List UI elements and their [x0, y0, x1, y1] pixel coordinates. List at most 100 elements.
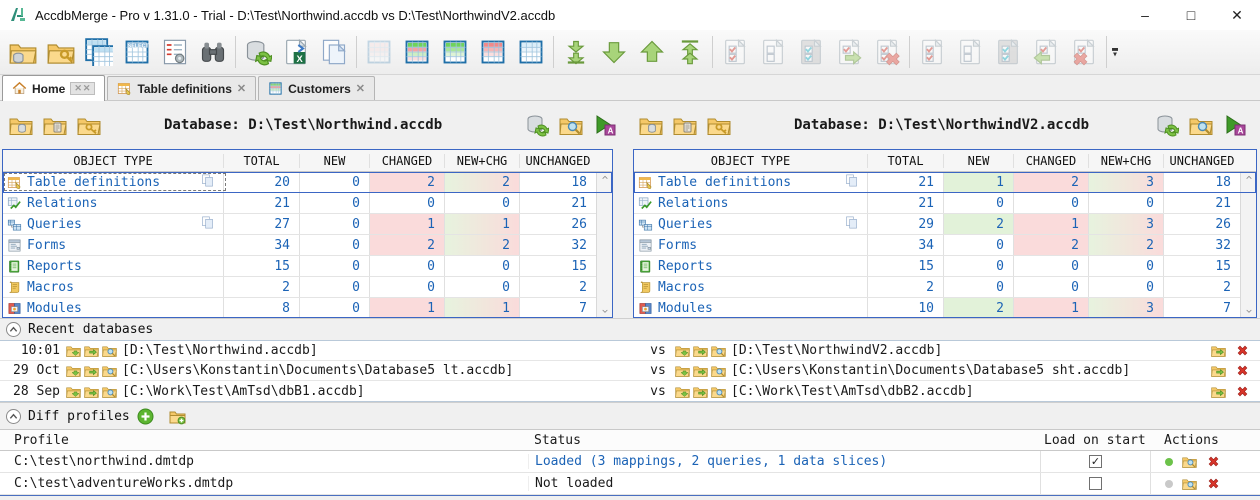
find-binoculars-button[interactable]	[194, 33, 232, 71]
copy-objects-icon[interactable]	[200, 215, 215, 234]
recent-database-row[interactable]: 29 Oct[C:\Users\Konstantin\Documents\Dat…	[0, 361, 1260, 381]
export-excel-button[interactable]: X	[277, 33, 315, 71]
load-pair-icon[interactable]	[1211, 343, 1226, 358]
browse-icon[interactable]	[711, 343, 726, 358]
grid-vertical-scrollbar[interactable]	[596, 172, 612, 317]
open-database-button[interactable]	[636, 111, 666, 139]
browse-profile-icon[interactable]	[1182, 454, 1197, 469]
open-left-icon[interactable]	[693, 343, 708, 358]
open-left-database-folder-button[interactable]	[4, 33, 42, 71]
delete-profile-icon[interactable]	[1206, 476, 1221, 491]
maximize-button[interactable]: □	[1168, 0, 1214, 30]
load-pair-icon[interactable]	[1211, 363, 1226, 378]
apply-checked-to-right-button[interactable]	[830, 33, 868, 71]
browse-icon[interactable]	[711, 384, 726, 399]
open-left-icon[interactable]	[84, 343, 99, 358]
check-changed-right-button[interactable]	[989, 33, 1027, 71]
refresh-database-button[interactable]	[1152, 111, 1182, 139]
filter-new-changed-table-button[interactable]	[398, 33, 436, 71]
object-row-macros[interactable]: Macros20002	[634, 277, 1256, 298]
object-row-reports[interactable]: Reports1500015	[634, 256, 1256, 277]
filter-unchanged-table-button[interactable]	[512, 33, 550, 71]
options-checklist-button[interactable]	[156, 33, 194, 71]
load-on-start-checkbox[interactable]	[1089, 477, 1102, 490]
column-header-unchanged[interactable]: UNCHANGED	[520, 154, 596, 168]
object-row-queries[interactable]: Queries2701126	[3, 214, 612, 235]
refresh-databases-button[interactable]	[239, 33, 277, 71]
load-on-start-checkbox[interactable]: ✓	[1089, 455, 1102, 468]
grid-vertical-scrollbar[interactable]	[1240, 172, 1256, 317]
tab-close-icon[interactable]: ✕	[237, 82, 246, 95]
filter-new-table-button[interactable]	[436, 33, 474, 71]
remove-recent-icon[interactable]	[1235, 384, 1250, 399]
collapse-profiles-button[interactable]	[6, 409, 21, 424]
object-row-reports[interactable]: Reports1500015	[3, 256, 612, 277]
check-all-right-button[interactable]	[913, 33, 951, 71]
discard-checks-right-button[interactable]	[1065, 33, 1103, 71]
uncheck-all-right-button[interactable]	[951, 33, 989, 71]
check-all-left-button[interactable]	[716, 33, 754, 71]
column-header-changed[interactable]: CHANGED	[1014, 154, 1089, 168]
tab-table-definitions[interactable]: Table definitions✕	[107, 76, 256, 100]
remove-recent-icon[interactable]	[1235, 343, 1250, 358]
object-row-queries[interactable]: Queries2921326	[634, 214, 1256, 235]
browse-icon[interactable]	[102, 343, 117, 358]
discard-checks-left-button[interactable]	[868, 33, 906, 71]
uncheck-all-left-button[interactable]	[754, 33, 792, 71]
browse-icon[interactable]	[711, 363, 726, 378]
check-changed-left-button[interactable]	[792, 33, 830, 71]
column-header-total[interactable]: TOTAL	[224, 154, 300, 168]
browse-profile-icon[interactable]	[1182, 476, 1197, 491]
remove-recent-icon[interactable]	[1235, 363, 1250, 378]
open-profile-folder-button[interactable]	[169, 408, 186, 425]
tab-close-icon[interactable]: ✕	[356, 82, 365, 95]
diff-profile-row[interactable]: C:\test\northwind.dmtdpLoaded (3 mapping…	[0, 451, 1260, 473]
open-pair-icon[interactable]	[66, 343, 81, 358]
open-right-database-folder-button[interactable]	[42, 33, 80, 71]
open-left-icon[interactable]	[84, 384, 99, 399]
object-row-modules[interactable]: Modules80117	[3, 298, 612, 318]
toolbar-overflow-button[interactable]: ▬▾	[1112, 47, 1118, 57]
close-button[interactable]: ✕	[1214, 0, 1260, 30]
open-in-access-button[interactable]: A	[590, 111, 620, 139]
copy-objects-icon[interactable]	[200, 173, 215, 192]
sql-select-button[interactable]: SELECT	[118, 33, 156, 71]
copy-objects-icon[interactable]	[844, 173, 859, 192]
browse-icon[interactable]	[102, 384, 117, 399]
open-pair-icon[interactable]	[675, 363, 690, 378]
filter-all-table-button[interactable]	[360, 33, 398, 71]
recent-database-row[interactable]: 28 Sep[C:\Work\Test\AmTsd\dbB1.accdb]vs[…	[0, 381, 1260, 401]
add-profile-button[interactable]	[137, 408, 154, 425]
column-header-unchanged[interactable]: UNCHANGED	[1164, 154, 1240, 168]
open-from-clipboard-button[interactable]	[40, 111, 70, 139]
apply-checked-to-left-button[interactable]	[1027, 33, 1065, 71]
column-header-new-chg[interactable]: NEW+CHG	[445, 154, 520, 168]
step-up-button[interactable]	[633, 33, 671, 71]
open-with-password-button[interactable]	[704, 111, 734, 139]
column-header-new-chg[interactable]: NEW+CHG	[1089, 154, 1164, 168]
tab-customers[interactable]: Customers✕	[258, 76, 375, 100]
open-from-clipboard-button[interactable]	[670, 111, 700, 139]
column-header-object-type[interactable]: OBJECT TYPE	[3, 154, 224, 168]
diff-profile-row[interactable]: C:\test\adventureWorks.dmtdpNot loaded	[0, 473, 1260, 495]
step-down-button[interactable]	[595, 33, 633, 71]
open-pair-icon[interactable]	[675, 343, 690, 358]
copy-pages-button[interactable]	[315, 33, 353, 71]
open-pair-icon[interactable]	[66, 363, 81, 378]
collapse-recent-button[interactable]	[6, 322, 21, 337]
column-header-new[interactable]: NEW	[300, 154, 370, 168]
open-database-button[interactable]	[6, 111, 36, 139]
object-row-relations[interactable]: Relations2100021	[3, 193, 612, 214]
object-row-table-definitions[interactable]: Table definitions2112318	[634, 172, 1256, 193]
open-left-icon[interactable]	[84, 363, 99, 378]
browse-icon[interactable]	[102, 363, 117, 378]
open-with-password-button[interactable]	[74, 111, 104, 139]
browse-database-button[interactable]	[556, 111, 586, 139]
delete-profile-icon[interactable]	[1206, 454, 1221, 469]
object-row-forms[interactable]: Forms3402232	[634, 235, 1256, 256]
copy-objects-icon[interactable]	[844, 215, 859, 234]
recent-database-row[interactable]: 10:01[D:\Test\Northwind.accdb]vs[D:\Test…	[0, 341, 1260, 361]
open-pair-icon[interactable]	[675, 384, 690, 399]
minimize-button[interactable]: –	[1122, 0, 1168, 30]
collapse-all-up-button[interactable]	[671, 33, 709, 71]
